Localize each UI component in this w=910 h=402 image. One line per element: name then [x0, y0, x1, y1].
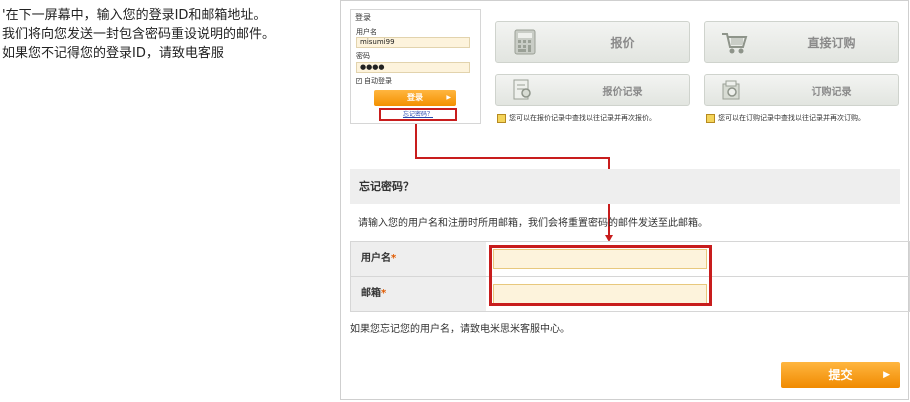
email-label-text: 邮箱 [361, 288, 381, 299]
login-button[interactable]: 登录 ▶ [374, 90, 456, 106]
quote-note-text: 您可以在报价记录中查找以往记录并再次报价。 [509, 114, 656, 122]
document-search-icon [513, 79, 531, 100]
email-field-label: 邮箱* [351, 277, 486, 311]
quote-history-label: 报价记录 [602, 86, 643, 98]
username-label: 用户名 [356, 28, 377, 36]
intro-line-3: 如果您不记得您的登录ID，请致电客服 [2, 46, 224, 61]
order-history-tile[interactable]: 订购记录 [704, 74, 899, 106]
box-search-icon [722, 80, 740, 100]
login-username-input[interactable]: misumi99 [356, 37, 470, 48]
screenshot-frame: 登录 用户名 misumi99 密码 ●●●● ✓ 自动登录 登录 ▶ 忘记密码… [340, 0, 910, 400]
order-note: 您可以在订购记录中查找以往记录并再次订购。 [706, 113, 865, 123]
intro-line-1: '在下一屏幕中，输入您的登录ID和邮箱地址。 [2, 8, 267, 23]
forgot-link-label: 忘记密码？ [402, 111, 433, 118]
forgot-description: 请输入您的用户名和注册时所用邮箱，我们会将重置密码的邮件发送至此邮箱。 [358, 218, 708, 229]
login-password-input[interactable]: ●●●● [356, 62, 470, 73]
connector-line [415, 124, 417, 158]
play-arrow-icon: ▶ [883, 370, 890, 380]
login-panel: 登录 用户名 misumi99 密码 ●●●● ✓ 自动登录 登录 ▶ 忘记密码… [350, 9, 481, 124]
memo-icon [706, 113, 715, 123]
quote-label: 报价 [610, 35, 635, 50]
username-field-label: 用户名* [351, 242, 486, 276]
login-button-label: 登录 [407, 93, 423, 102]
direct-order-tile[interactable]: 直接订购 [704, 21, 899, 63]
password-label: 密码 [356, 52, 370, 60]
forgot-section-header: 忘记密码？ [350, 169, 900, 204]
checkbox-icon[interactable]: ✓ [356, 78, 362, 84]
connector-line [415, 157, 609, 159]
forgot-title: 忘记密码？ [359, 180, 414, 193]
quote-history-tile[interactable]: 报价记录 [495, 74, 690, 106]
calculator-icon [514, 29, 536, 55]
highlight-box [489, 245, 712, 306]
intro-line-2: 我们将向您发送一封包含密码重设说明的邮件。 [2, 27, 276, 42]
submit-label: 提交 [828, 368, 853, 382]
forgot-password-link[interactable]: 忘记密码？ [379, 108, 457, 121]
direct-order-label: 直接订购 [807, 35, 856, 50]
auto-login-option[interactable]: ✓ 自动登录 [356, 76, 392, 86]
shopping-cart-icon [722, 33, 748, 54]
required-mark: * [381, 288, 387, 299]
login-title: 登录 [355, 13, 371, 22]
submit-button[interactable]: 提交 ▶ [781, 362, 900, 388]
play-arrow-icon: ▶ [446, 94, 451, 101]
quote-note: 您可以在报价记录中查找以往记录并再次报价。 [497, 113, 656, 123]
required-mark: * [391, 253, 397, 264]
order-history-label: 订购记录 [811, 86, 852, 98]
username-label-text: 用户名 [361, 253, 391, 264]
intro-text: '在下一屏幕中，输入您的登录ID和邮箱地址。 我们将向您发送一封包含密码重设说明… [2, 6, 332, 63]
order-note-text: 您可以在订购记录中查找以往记录并再次订购。 [718, 114, 865, 122]
memo-icon [497, 113, 506, 123]
quote-tile[interactable]: 报价 [495, 21, 690, 63]
auto-login-label: 自动登录 [364, 77, 392, 85]
customer-service-note: 如果您忘记您的用户名，请致电米思米客服中心。 [350, 324, 570, 335]
